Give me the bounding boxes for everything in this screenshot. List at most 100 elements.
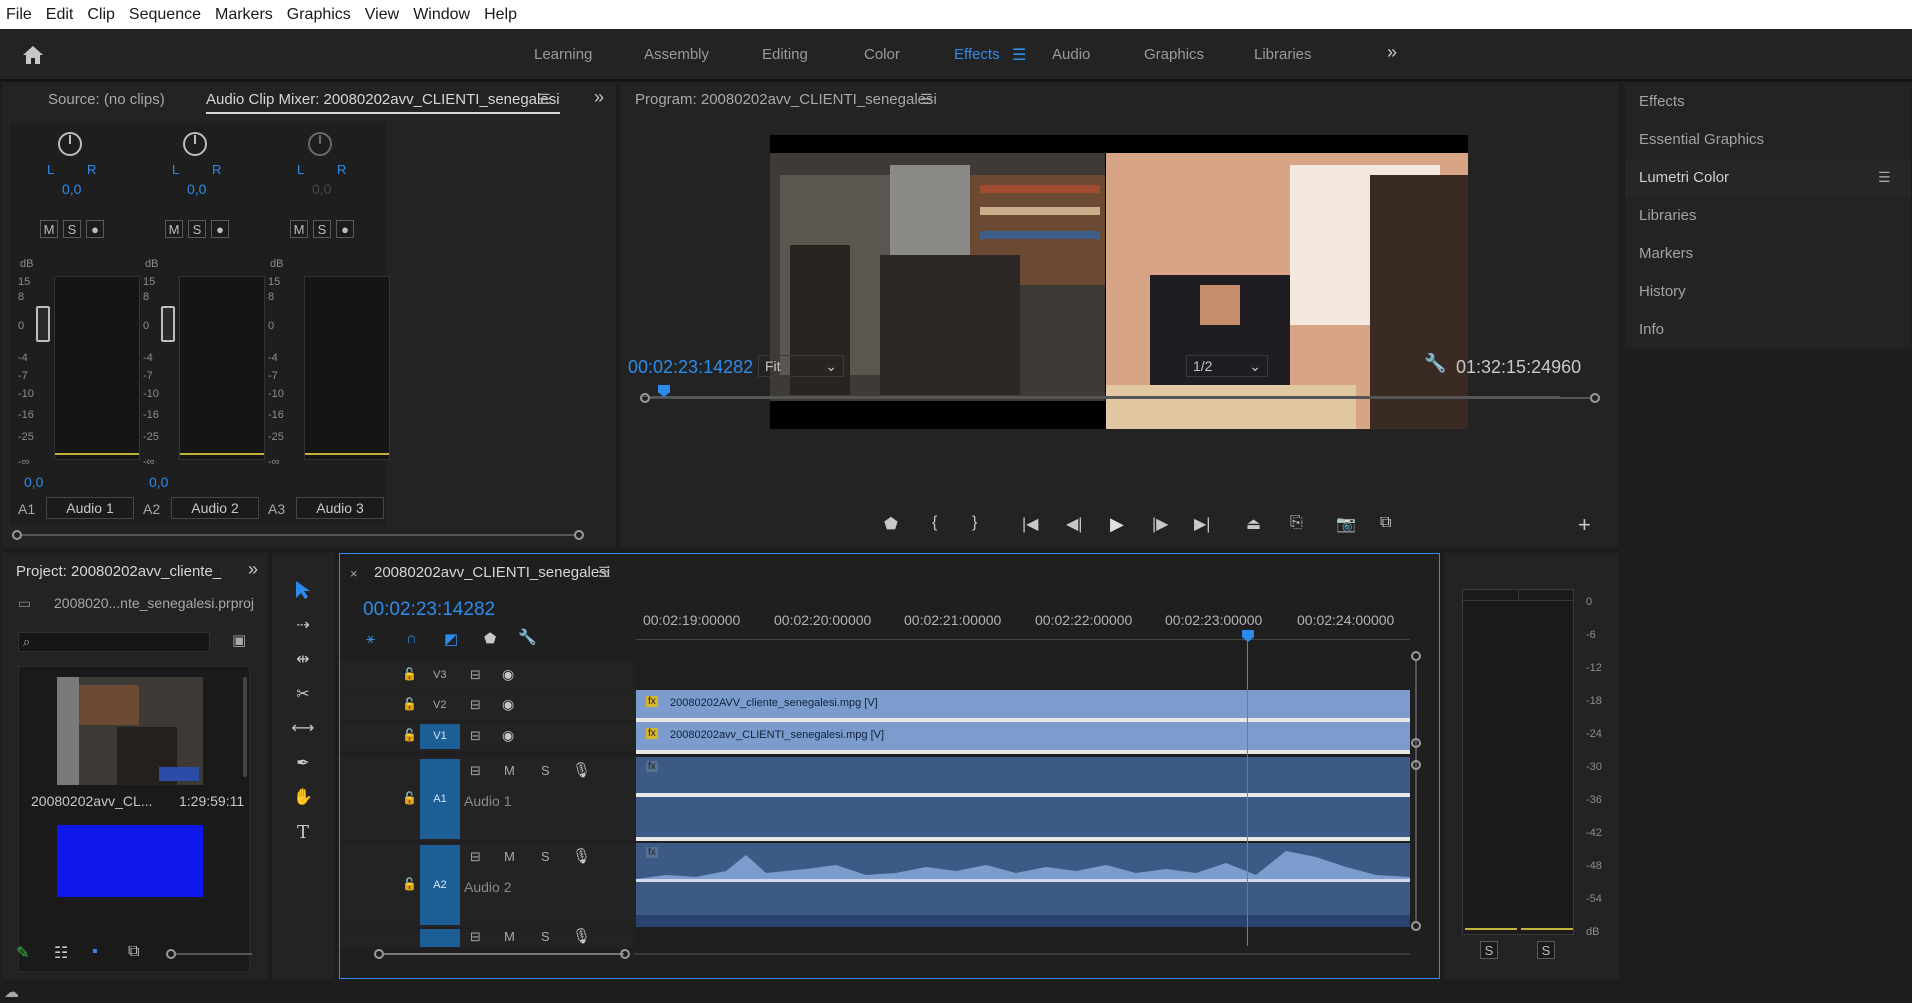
go-to-in-icon[interactable]: |◀	[1022, 514, 1038, 534]
zoom-slider[interactable]	[166, 949, 252, 959]
workspace-audio[interactable]: Audio	[1052, 46, 1090, 63]
project-item-thumbnail[interactable]	[57, 677, 203, 785]
mute-button[interactable]: M	[165, 220, 183, 238]
panel-overflow-icon[interactable]: »	[594, 87, 604, 108]
menu-clip[interactable]: Clip	[87, 6, 115, 24]
menu-window[interactable]: Window	[413, 6, 470, 24]
side-panel-effects[interactable]: Effects	[1625, 83, 1911, 121]
sync-lock-icon[interactable]: ⊟	[470, 697, 481, 713]
add-marker-icon[interactable]: ⬟	[884, 514, 898, 534]
snap-magnet-icon[interactable]: ∩	[406, 630, 417, 647]
project-overflow-icon[interactable]: »	[248, 559, 258, 580]
project-tab[interactable]: Project: 20080202avv_cliente_s	[16, 563, 222, 580]
settings-wrench-icon[interactable]: 🔧	[1424, 353, 1446, 374]
record-button[interactable]: ●	[336, 220, 354, 238]
timeline-settings-wrench-icon[interactable]: 🔧	[518, 628, 537, 646]
project-item-color-matte[interactable]	[57, 825, 203, 897]
menu-file[interactable]: File	[6, 6, 32, 24]
volume-fader[interactable]	[36, 306, 50, 342]
program-menu-icon[interactable]: ☰	[920, 91, 933, 108]
mark-in-icon[interactable]: {	[932, 514, 937, 532]
go-to-out-icon[interactable]: ▶|	[1194, 514, 1210, 534]
video-clip-v2[interactable]: fx 20080202AVV_cliente_senegalesi.mpg [V…	[636, 690, 1410, 718]
workspace-overflow-icon[interactable]: »	[1387, 42, 1397, 63]
solo-left-button[interactable]: S	[1480, 941, 1498, 959]
workspace-learning[interactable]: Learning	[534, 46, 592, 63]
lock-icon[interactable]: 🔓	[402, 791, 417, 805]
lock-icon[interactable]: 🔓	[402, 877, 417, 891]
side-panel-essential-graphics[interactable]: Essential Graphics	[1625, 121, 1911, 159]
program-title[interactable]: Program: 20080202avv_CLIENTI_senegalesi	[635, 91, 937, 108]
menu-help[interactable]: Help	[484, 6, 517, 24]
mute-button[interactable]: M	[504, 929, 515, 944]
volume-fader[interactable]	[161, 306, 175, 342]
side-panel-lumetri-color[interactable]: Lumetri Color	[1625, 159, 1911, 197]
close-tab-icon[interactable]: ×	[350, 566, 358, 581]
audio-mixer-tab[interactable]: Audio Clip Mixer: 20080202avv_CLIENTI_se…	[206, 91, 560, 114]
razor-tool-icon[interactable]: ✂	[284, 679, 322, 709]
pan-value[interactable]: 0,0	[187, 181, 206, 197]
mark-out-icon[interactable]: }	[972, 514, 977, 532]
project-search-input[interactable]: ⌕	[18, 632, 210, 652]
list-view-icon[interactable]: ☷	[54, 943, 68, 963]
program-zoom-scrollbar[interactable]	[640, 393, 1600, 405]
play-icon[interactable]: ▶	[1110, 514, 1124, 535]
menu-view[interactable]: View	[365, 6, 399, 24]
pen-tool-icon[interactable]: ✒	[284, 748, 322, 778]
add-button-icon[interactable]: +	[1578, 512, 1591, 538]
workspace-assembly[interactable]: Assembly	[644, 46, 709, 63]
track-id[interactable]	[420, 929, 460, 947]
sync-lock-icon[interactable]: ⊟	[470, 849, 481, 865]
ripple-edit-tool-icon[interactable]: ⇹	[284, 644, 322, 674]
comparison-view-icon[interactable]: ⧉	[1380, 514, 1391, 532]
icon-view-icon[interactable]: ▪	[92, 943, 98, 961]
write-protect-pencil-icon[interactable]: ✎	[16, 943, 29, 963]
track-id[interactable]: A1	[420, 759, 460, 839]
voiceover-mic-icon[interactable]: 🎙	[572, 761, 591, 779]
mute-button[interactable]: M	[40, 220, 58, 238]
workspace-effects[interactable]: Effects	[954, 46, 1000, 63]
workspace-color[interactable]: Color	[864, 46, 900, 63]
lumetri-menu-icon[interactable]: ☰	[1878, 169, 1891, 186]
sync-lock-icon[interactable]: ⊟	[470, 667, 481, 683]
side-panel-history[interactable]: History	[1625, 273, 1911, 311]
track-select-tool-icon[interactable]: ⇢	[284, 610, 322, 640]
menu-markers[interactable]: Markers	[215, 6, 273, 24]
panel-menu-icon[interactable]: ☰	[538, 91, 551, 108]
eye-icon[interactable]: ◉	[502, 666, 514, 683]
timeline-ruler[interactable]	[636, 630, 1410, 640]
add-marker-icon[interactable]: ⬟	[484, 630, 496, 647]
volume-value[interactable]: 0,0	[149, 474, 168, 490]
eye-icon[interactable]: ◉	[502, 696, 514, 713]
timeline-tab[interactable]: 20080202avv_CLIENTI_senegalesi	[374, 564, 610, 581]
sync-lock-icon[interactable]: ⊟	[470, 929, 481, 945]
video-clip-v1[interactable]: fx 20080202avv_CLIENTI_senegalesi.mpg [V…	[636, 722, 1410, 750]
timeline-vertical-scrollbar[interactable]	[1411, 651, 1421, 931]
audio-clip-a2[interactable]: fx	[636, 843, 1410, 927]
timeline-timecode[interactable]: 00:02:23:14282	[363, 599, 495, 621]
mixer-horizontal-scrollbar[interactable]	[12, 528, 584, 542]
new-bin-icon[interactable]: ▣	[232, 631, 246, 649]
slip-tool-icon[interactable]: ⟷	[284, 713, 322, 743]
solo-button[interactable]: S	[541, 763, 550, 778]
solo-button[interactable]: S	[541, 929, 550, 944]
pan-knob[interactable]	[308, 132, 332, 156]
menu-sequence[interactable]: Sequence	[129, 6, 201, 24]
workspace-menu-icon[interactable]: ☰	[1012, 45, 1026, 65]
linked-selection-icon[interactable]: ◩	[444, 630, 458, 648]
eye-icon[interactable]: ◉	[502, 727, 514, 744]
lift-icon[interactable]: ⏏	[1246, 514, 1261, 534]
fit-dropdown[interactable]: Fit ⌄	[758, 355, 844, 377]
timeline-menu-icon[interactable]: ☰	[598, 564, 611, 581]
record-button[interactable]: ●	[211, 220, 229, 238]
solo-button[interactable]: S	[313, 220, 331, 238]
extract-icon[interactable]: ⎘	[1290, 514, 1303, 532]
voiceover-mic-icon[interactable]: 🎙	[572, 927, 591, 945]
track-id[interactable]: A2	[420, 845, 460, 925]
pan-value[interactable]: 0,0	[312, 181, 331, 197]
side-panel-markers[interactable]: Markers	[1625, 235, 1911, 273]
record-button[interactable]: ●	[86, 220, 104, 238]
solo-button[interactable]: S	[63, 220, 81, 238]
resolution-dropdown[interactable]: 1/2 ⌄	[1186, 355, 1268, 377]
voiceover-mic-icon[interactable]: 🎙	[572, 847, 591, 865]
